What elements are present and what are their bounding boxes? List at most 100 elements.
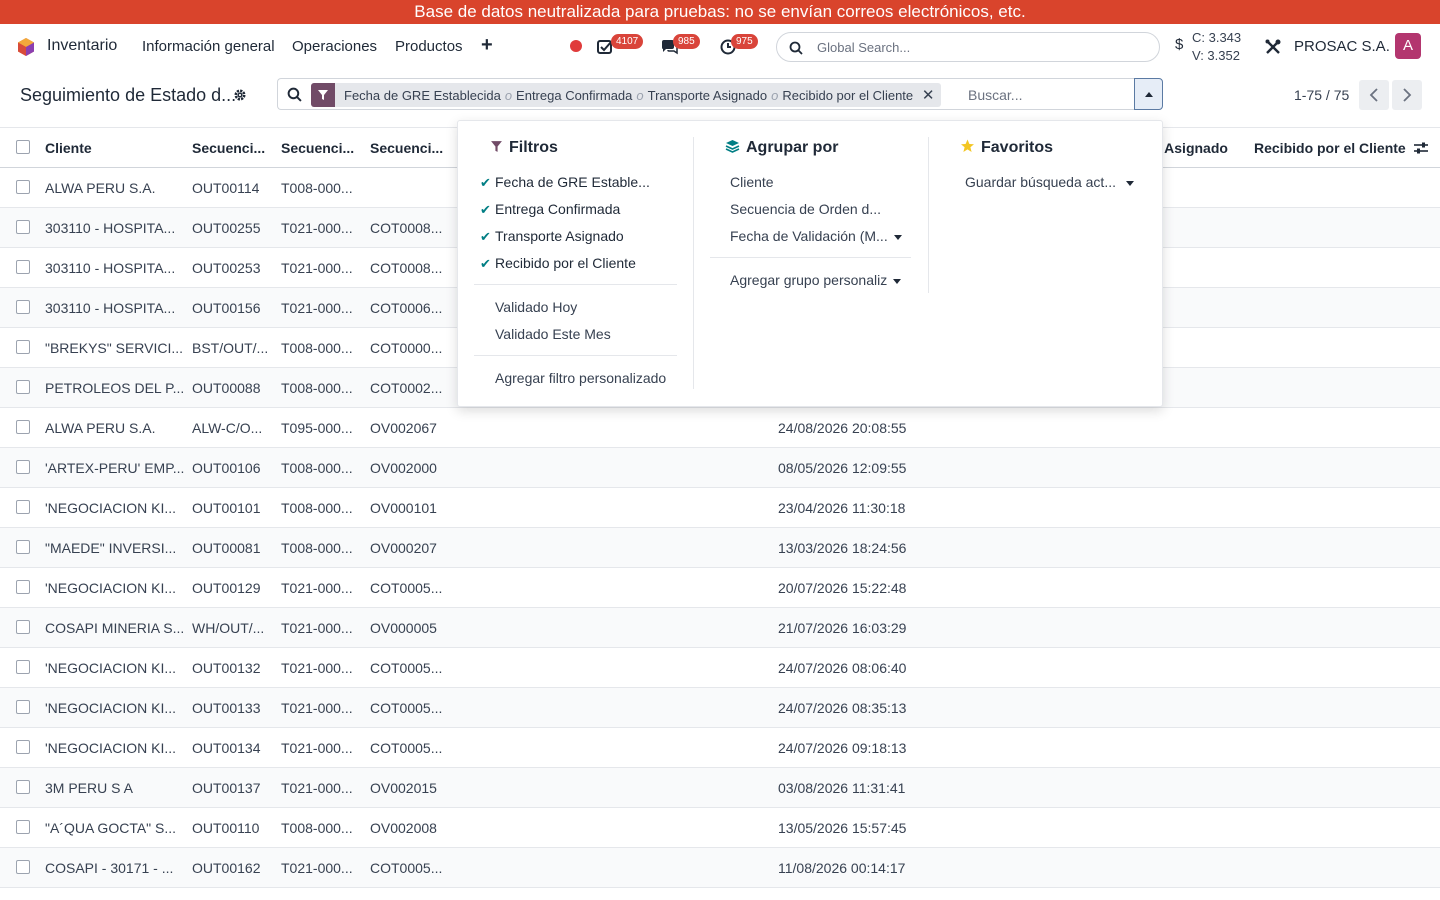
cell-secuencia-2: T095-000... bbox=[281, 420, 353, 436]
cell-secuencia-1: OUT00162 bbox=[192, 860, 261, 876]
col-header-cliente[interactable]: Cliente bbox=[45, 140, 92, 156]
tools-wrench-icon[interactable] bbox=[1264, 38, 1282, 59]
table-row[interactable]: COSAPI - 30171 - ... OUT00162 T021-000... C… bbox=[0, 848, 1440, 888]
search-panel[interactable]: Fecha de GRE Establecida o Entrega Confirm… bbox=[277, 78, 1135, 110]
cell-secuencia-3: COT0008... bbox=[370, 260, 443, 276]
filter-item-fecha-gre[interactable]: Fecha de GRE Estable... bbox=[495, 174, 650, 190]
cell-fecha: 20/07/2026 15:22:48 bbox=[778, 580, 907, 596]
pager-value[interactable]: 1-75 / 75 bbox=[1294, 87, 1349, 103]
menu-productos[interactable]: Productos bbox=[395, 38, 463, 55]
row-checkbox[interactable] bbox=[16, 340, 30, 354]
row-checkbox[interactable] bbox=[16, 740, 30, 754]
table-row[interactable]: 'ARTEX-PERU' EMP... OUT00106 T008-000... OV… bbox=[0, 448, 1440, 488]
row-checkbox[interactable] bbox=[16, 700, 30, 714]
row-checkbox[interactable] bbox=[16, 220, 30, 234]
add-custom-filter-button[interactable]: Agregar filtro personalizado bbox=[495, 370, 666, 386]
groupby-item-secuencia-orden[interactable]: Secuencia de Orden d... bbox=[730, 201, 881, 217]
inventory-app-icon[interactable] bbox=[16, 37, 36, 57]
row-checkbox[interactable] bbox=[16, 860, 30, 874]
table-row[interactable]: 3M PERU S A OUT00137 T021-000... OV002015 03… bbox=[0, 768, 1440, 808]
col-header-secuencia-1[interactable]: Secuenci... bbox=[192, 140, 265, 156]
table-row[interactable]: 'NEGOCIACION KI... OUT00129 T021-000... COT… bbox=[0, 568, 1440, 608]
cell-secuencia-1: ALW-C/O... bbox=[192, 420, 263, 436]
facet-value: Transporte Asignado bbox=[647, 87, 768, 103]
row-checkbox[interactable] bbox=[16, 820, 30, 834]
filter-item-entrega-confirmada[interactable]: Entrega Confirmada bbox=[495, 201, 620, 217]
row-checkbox[interactable] bbox=[16, 660, 30, 674]
global-search-input[interactable] bbox=[817, 38, 1147, 56]
favorites-title: Favoritos bbox=[981, 139, 1054, 156]
col-header-transporte-asignado[interactable]: e Asignado bbox=[1153, 140, 1228, 156]
cell-secuencia-1: OUT00132 bbox=[192, 660, 261, 676]
filter-facet[interactable]: Fecha de GRE Establecida o Entrega Confirm… bbox=[311, 83, 942, 107]
toggle-search-options-button[interactable] bbox=[1134, 78, 1163, 110]
cell-secuencia-2: T008-000... bbox=[281, 460, 353, 476]
search-input[interactable] bbox=[968, 85, 1128, 105]
cell-cliente: PETROLEOS DEL P... bbox=[45, 380, 185, 396]
row-checkbox[interactable] bbox=[16, 780, 30, 794]
row-checkbox[interactable] bbox=[16, 180, 30, 194]
cell-fecha: 13/05/2026 15:57:45 bbox=[778, 820, 907, 836]
cell-secuencia-3: COT0005... bbox=[370, 580, 443, 596]
company-switcher[interactable]: PROSAC S.A. bbox=[1294, 38, 1390, 55]
row-checkbox[interactable] bbox=[16, 380, 30, 394]
save-current-search-label: Guardar búsqueda act... bbox=[965, 174, 1116, 190]
row-checkbox[interactable] bbox=[16, 580, 30, 594]
table-row[interactable]: "MAEDE" INVERSI... OUT00081 T008-000... OV0… bbox=[0, 528, 1440, 568]
row-checkbox[interactable] bbox=[16, 500, 30, 514]
menu-informacion-general[interactable]: Información general bbox=[142, 38, 275, 55]
col-header-secuencia-2[interactable]: Secuenci... bbox=[281, 140, 354, 156]
row-checkbox[interactable] bbox=[16, 460, 30, 474]
cell-fecha: 24/07/2026 09:18:13 bbox=[778, 740, 907, 756]
column-divider bbox=[928, 137, 929, 293]
cell-cliente: 303110 - HOSPITA... bbox=[45, 260, 176, 276]
app-name[interactable]: Inventario bbox=[47, 37, 117, 55]
pager-previous-button[interactable] bbox=[1359, 80, 1389, 110]
row-checkbox[interactable] bbox=[16, 300, 30, 314]
divider bbox=[710, 257, 911, 258]
recording-dot-icon[interactable] bbox=[570, 40, 582, 52]
chevron-right-icon bbox=[1403, 88, 1412, 102]
table-row[interactable]: "A´QUA GOCTA" S... OUT00110 T008-000... OV0… bbox=[0, 808, 1440, 848]
quick-create-plus-icon[interactable]: + bbox=[481, 34, 493, 57]
facet-values: Fecha de GRE Establecida o Entrega Confirm… bbox=[335, 88, 919, 103]
cell-cliente: ALWA PERU S.A. bbox=[45, 420, 156, 436]
row-checkbox[interactable] bbox=[16, 260, 30, 274]
select-all-checkbox[interactable] bbox=[16, 140, 30, 154]
col-header-secuencia-3[interactable]: Secuenci... bbox=[370, 140, 443, 156]
table-row[interactable]: COSAPI MINERIA S... WH/OUT/... T021-000...… bbox=[0, 608, 1440, 648]
groupby-item-cliente[interactable]: Cliente bbox=[730, 174, 774, 190]
table-row[interactable]: 'NEGOCIACION KI... OUT00133 T021-000... COT… bbox=[0, 688, 1440, 728]
filter-item-recibido-cliente[interactable]: Recibido por el Cliente bbox=[495, 255, 636, 271]
filter-item-validado-este-mes[interactable]: Validado Este Mes bbox=[495, 326, 611, 342]
menu-operaciones[interactable]: Operaciones bbox=[292, 38, 377, 55]
facet-value: Recibido por el Cliente bbox=[782, 87, 914, 103]
cell-cliente: 3M PERU S A bbox=[45, 780, 133, 796]
user-avatar[interactable]: A bbox=[1395, 33, 1421, 59]
optional-columns-sliders-icon[interactable] bbox=[1413, 141, 1429, 158]
timer-count-badge: 975 bbox=[731, 34, 758, 49]
exchange-rates: C: 3.343 V: 3.352 bbox=[1192, 29, 1241, 65]
cell-secuencia-3: OV000005 bbox=[370, 620, 437, 636]
groupby-item-fecha-validacion-label: Fecha de Validación (M... bbox=[730, 228, 888, 244]
row-checkbox[interactable] bbox=[16, 420, 30, 434]
pager-next-button[interactable] bbox=[1392, 80, 1422, 110]
global-search-box[interactable] bbox=[776, 32, 1160, 62]
cell-fecha: 21/07/2026 16:03:29 bbox=[778, 620, 907, 636]
row-checkbox[interactable] bbox=[16, 620, 30, 634]
table-row[interactable]: 'NEGOCIACION KI... OUT00101 T008-000... OV0… bbox=[0, 488, 1440, 528]
cell-fecha: 03/08/2026 11:31:41 bbox=[778, 780, 906, 796]
table-row[interactable]: ALWA PERU S.A. ALW-C/O... T095-000... OV002… bbox=[0, 408, 1440, 448]
save-current-search-toggle[interactable]: Guardar búsqueda act... bbox=[965, 174, 1134, 190]
table-row[interactable]: 'NEGOCIACION KI... OUT00134 T021-000... COT… bbox=[0, 728, 1440, 768]
gear-icon[interactable] bbox=[233, 88, 247, 105]
cell-secuencia-1: OUT00106 bbox=[192, 460, 261, 476]
filter-item-transporte-asignado[interactable]: Transporte Asignado bbox=[495, 228, 624, 244]
remove-facet-close-icon[interactable]: ✕ bbox=[919, 86, 937, 104]
col-header-recibido-por-cliente[interactable]: Recibido por el Cliente bbox=[1254, 140, 1406, 156]
table-row[interactable]: 'NEGOCIACION KI... OUT00132 T021-000... COT… bbox=[0, 648, 1440, 688]
add-custom-group-select[interactable]: Agregar grupo personaliz bbox=[730, 272, 902, 288]
groupby-item-fecha-validacion[interactable]: Fecha de Validación (M... bbox=[730, 228, 902, 244]
filter-item-validado-hoy[interactable]: Validado Hoy bbox=[495, 299, 577, 315]
row-checkbox[interactable] bbox=[16, 540, 30, 554]
